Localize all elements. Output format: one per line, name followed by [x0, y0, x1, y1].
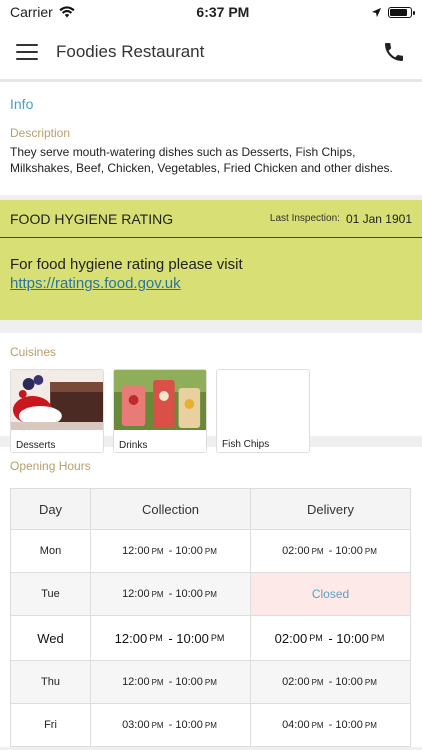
status-bar: Carrier 6:37 PM: [0, 0, 422, 24]
opening-hours-section: Opening Hours Day Collection Delivery Mo…: [0, 447, 422, 747]
header-delivery: Delivery: [307, 501, 354, 517]
day-cell: Thu: [11, 661, 91, 703]
location-arrow-icon: [371, 7, 382, 17]
hygiene-panel: FOOD HYGIENE RATING Last Inspection: 01 …: [0, 200, 422, 320]
cuisine-card-drinks[interactable]: Drinks: [113, 369, 207, 453]
delivery-cell: 02:00 PM - 10:00 PM: [282, 545, 377, 557]
wifi-icon: [59, 6, 75, 18]
cuisines-title: Cuisines: [10, 345, 57, 359]
battery-fill: [389, 8, 407, 16]
day-cell: Tue: [11, 573, 91, 615]
delivery-closed-cell: Closed: [251, 573, 410, 615]
collection-cell: 12:00 PM - 10:00 PM: [91, 661, 251, 703]
cuisines-section: Cuisines Desserts Drinks Fish Chips: [0, 333, 422, 453]
cuisine-label: Desserts: [16, 440, 56, 451]
table-header-row: Day Collection Delivery: [11, 489, 410, 529]
hygiene-title: FOOD HYGIENE RATING: [10, 210, 174, 227]
hygiene-link[interactable]: https://ratings.food.gov.uk: [10, 274, 412, 293]
opening-hours-table: Day Collection Delivery Mon 12:00 PM - 10…: [10, 488, 411, 747]
cuisine-card-desserts[interactable]: Desserts: [10, 369, 104, 453]
battery-icon: [387, 6, 415, 18]
info-section: Info Description They serve mouth-wateri…: [0, 82, 422, 195]
collection-cell: 12:00 PM - 10:00 PM: [91, 530, 251, 572]
hamburger-menu-icon[interactable]: [16, 43, 38, 60]
inspection-date: 01 Jan 1901: [345, 211, 412, 226]
day-cell: Wed: [11, 616, 91, 660]
table-row: Mon 12:00 PM - 10:00 PM 02:00 PM - 10:00 PM: [11, 529, 410, 572]
table-row-today: Wed 12:00 PM - 10:00 PM 02:00 PM - 10:00 PM: [11, 615, 410, 660]
day-cell: Mon: [11, 530, 91, 572]
nav-bar: Foodies Restaurant: [0, 24, 422, 80]
cuisine-cards: Desserts Drinks Fish Chips: [10, 369, 412, 453]
desserts-image: [11, 370, 103, 430]
day-cell: Fri: [11, 704, 91, 746]
header-day: Day: [11, 489, 91, 529]
status-right: [371, 6, 415, 18]
table-row: Tue 12:00 PM - 10:00 PM Closed: [11, 572, 410, 615]
phone-icon[interactable]: [382, 40, 406, 64]
inspection-label: Last Inspection:: [269, 213, 340, 224]
collection-cell: 03:00 PM - 10:00 PM: [91, 704, 251, 746]
header-collection: Collection: [91, 489, 251, 529]
cuisine-label: Fish Chips: [222, 439, 270, 450]
carrier-label: Carrier: [10, 4, 53, 20]
table-row: Thu 12:00 PM - 10:00 PM 02:00 PM - 10:00 PM: [11, 660, 410, 703]
delivery-cell: 02:00 PM - 10:00 PM: [282, 676, 377, 688]
hygiene-message: For food hygiene rating please visit: [10, 256, 243, 273]
delivery-cell: 02:00 PM - 10:00 PM: [274, 630, 385, 646]
description-text: They serve mouth-watering dishes such as…: [10, 145, 393, 175]
page-title: Foodies Restaurant: [56, 41, 205, 61]
fish-chips-image-placeholder: [217, 370, 309, 434]
status-left: Carrier: [10, 4, 75, 20]
hygiene-header: FOOD HYGIENE RATING Last Inspection: 01 …: [0, 200, 422, 238]
info-title: Info: [10, 96, 34, 112]
delivery-cell: 04:00 PM - 10:00 PM: [282, 719, 377, 731]
description-label: Description: [10, 126, 71, 140]
drinks-image: [114, 370, 206, 430]
table-row: Fri 03:00 PM - 10:00 PM 04:00 PM - 10:00 PM: [11, 703, 410, 746]
cuisine-label: Drinks: [119, 440, 148, 451]
collection-cell: 12:00 PM - 10:00 PM: [91, 616, 251, 660]
collection-cell: 12:00 PM - 10:00 PM: [91, 573, 251, 615]
status-time: 6:37 PM: [196, 4, 250, 20]
opening-hours-title: Opening Hours: [10, 459, 91, 473]
cuisine-card-fish-chips[interactable]: Fish Chips: [216, 369, 310, 453]
hygiene-body: For food hygiene rating please visit htt…: [0, 238, 422, 293]
